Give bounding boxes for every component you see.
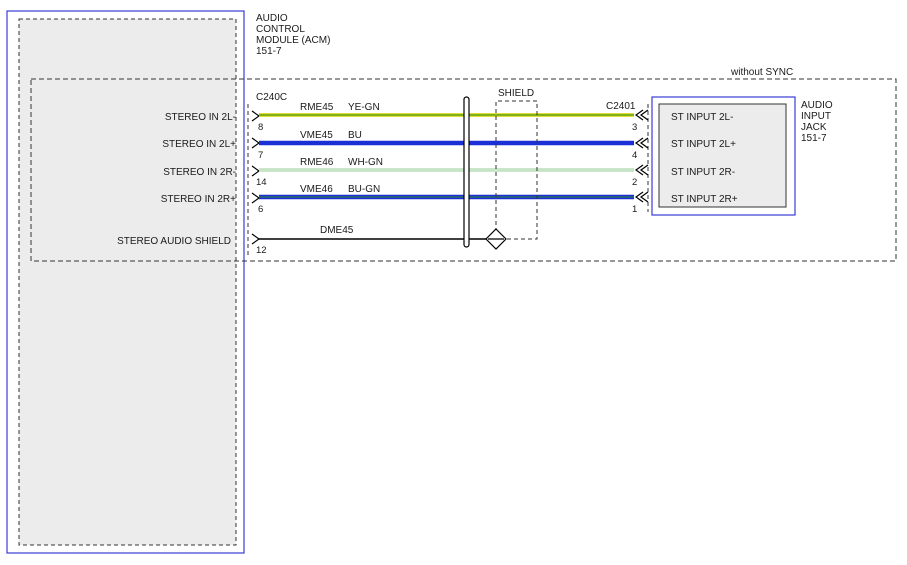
wire-color-label: BU (348, 130, 362, 141)
wire-circuit-label: RME46 (300, 157, 334, 168)
terminal-arrow-icon (251, 110, 261, 122)
terminal-arrow-icon (251, 137, 261, 149)
acm-pin-label-2l-minus: STEREO IN 2L- (165, 112, 236, 123)
acm-pin-number: 7 (258, 150, 263, 161)
jack-pin-number: 4 (632, 150, 637, 161)
wire-circuit-label: VME46 (300, 184, 333, 195)
acm-title-line-4: 151-7 (256, 46, 282, 57)
acm-pin-number: 8 (258, 122, 263, 133)
wire-circuit-label: DME45 (320, 225, 354, 236)
jack-title-line-4: 151-7 (801, 133, 827, 144)
acm-pin-number: 12 (256, 245, 267, 256)
option-label: without SYNC (730, 67, 793, 78)
wire-circuit-label: RME45 (300, 102, 334, 113)
wire-color-label: WH-GN (348, 157, 383, 168)
jack-title-line-3: JACK (801, 122, 827, 133)
terminal-arrow-icon (251, 192, 261, 204)
jack-connector-id: C2401 (606, 101, 636, 112)
acm-title-line-2: CONTROL (256, 24, 305, 35)
acm-connector-id: C240C (256, 92, 287, 103)
acm-module-inner (18, 18, 237, 546)
acm-pin-number: 14 (256, 177, 267, 188)
wire-circuit-label: VME45 (300, 130, 333, 141)
jack-pin-number: 3 (632, 122, 637, 133)
acm-title-line-3: MODULE (ACM) (256, 35, 330, 46)
twisted-pair-bar (463, 96, 470, 248)
jack-pin-label: ST INPUT 2L+ (671, 139, 736, 150)
acm-pin-number: 6 (258, 204, 263, 215)
terminal-arrow-icon (634, 164, 649, 176)
terminal-arrow-icon (634, 137, 649, 149)
terminal-arrow-icon (251, 165, 261, 177)
jack-pin-label: ST INPUT 2L- (671, 112, 733, 123)
wire-color-label: YE-GN (348, 102, 380, 113)
jack-pin-number: 1 (632, 204, 637, 215)
terminal-arrow-icon (251, 233, 261, 245)
wire-color-label: BU-GN (348, 184, 380, 195)
jack-pin-label: ST INPUT 2R+ (671, 194, 738, 205)
jack-title-line-2: INPUT (801, 111, 831, 122)
jack-pin-label: ST INPUT 2R- (671, 167, 735, 178)
acm-title-line-1: AUDIO (256, 13, 288, 24)
jack-title-line-1: AUDIO (801, 100, 833, 111)
wiring-diagram: AUDIO CONTROL MODULE (ACM) 151-7 without… (6, 10, 897, 554)
terminal-arrow-icon (634, 191, 649, 203)
jack-terminal-arrows (634, 109, 649, 203)
shield-drain-icon (485, 228, 507, 250)
shield-label: SHIELD (498, 88, 534, 99)
acm-pin-label-2r-minus: STEREO IN 2R- (163, 167, 236, 178)
jack-pin-number: 2 (632, 177, 637, 188)
acm-pin-label-2r-plus: STEREO IN 2R+ (161, 194, 236, 205)
acm-pin-label-shield: STEREO AUDIO SHIELD (117, 236, 231, 247)
acm-pin-label-2l-plus: STEREO IN 2L+ (162, 139, 236, 150)
terminal-arrow-icon (634, 109, 649, 121)
